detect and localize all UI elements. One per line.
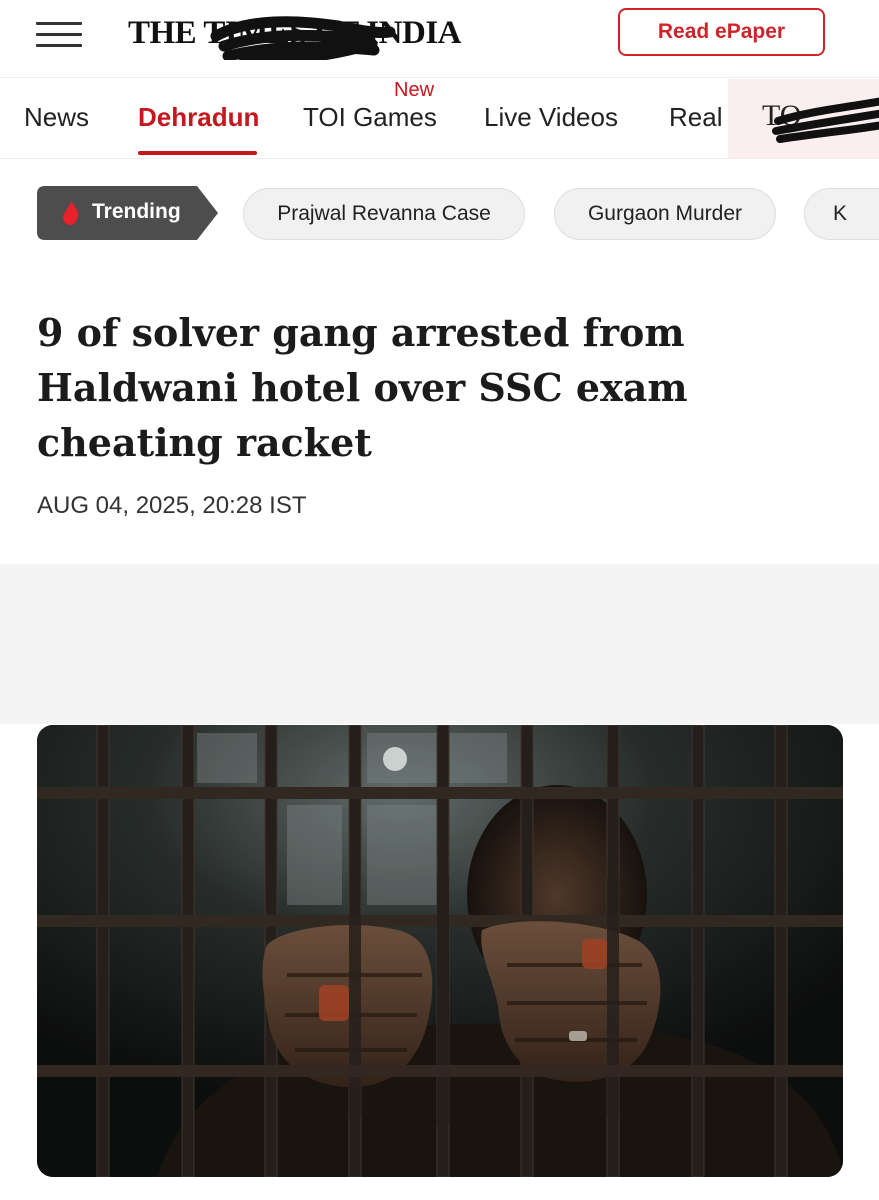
trending-label: Trending bbox=[92, 200, 181, 223]
section-nav: News Dehradun New TOI Games Live Videos … bbox=[0, 79, 879, 159]
jail-bars-illustration bbox=[37, 725, 843, 1177]
chip-prajwal-revanna-case[interactable]: Prajwal Revanna Case bbox=[243, 188, 525, 240]
site-header: THE TIMES OF INDIA Read ePaper bbox=[0, 0, 879, 78]
active-tab-indicator bbox=[138, 151, 257, 155]
trending-bar: Trending Prajwal Revanna Case Gurgaon Mu… bbox=[0, 186, 879, 242]
tab-dehradun[interactable]: Dehradun bbox=[138, 102, 259, 133]
redaction-scribble bbox=[210, 16, 396, 60]
article-timestamp: AUG 04, 2025, 20:28 IST bbox=[37, 492, 307, 519]
tab-toi-games[interactable]: TOI Games bbox=[303, 102, 437, 133]
tab-real[interactable]: Real bbox=[669, 102, 722, 133]
tab-live-videos[interactable]: Live Videos bbox=[484, 102, 618, 133]
ad-placeholder bbox=[0, 564, 879, 724]
chip-k[interactable]: K bbox=[804, 188, 879, 240]
tab-news[interactable]: News bbox=[24, 102, 89, 133]
trending-chip[interactable]: Trending bbox=[37, 186, 218, 240]
site-logo[interactable]: THE TIMES OF INDIA bbox=[128, 10, 488, 60]
article-headline: 9 of solver gang arrested from Haldwani … bbox=[37, 310, 688, 465]
chip-gurgaon-murder[interactable]: Gurgaon Murder bbox=[554, 188, 776, 240]
hamburger-menu-icon[interactable] bbox=[36, 20, 82, 50]
fire-icon bbox=[63, 200, 79, 226]
redaction-scribble bbox=[772, 97, 879, 143]
new-badge: New bbox=[394, 79, 435, 101]
read-epaper-button[interactable]: Read ePaper bbox=[618, 8, 825, 56]
article-image[interactable] bbox=[37, 725, 843, 1177]
